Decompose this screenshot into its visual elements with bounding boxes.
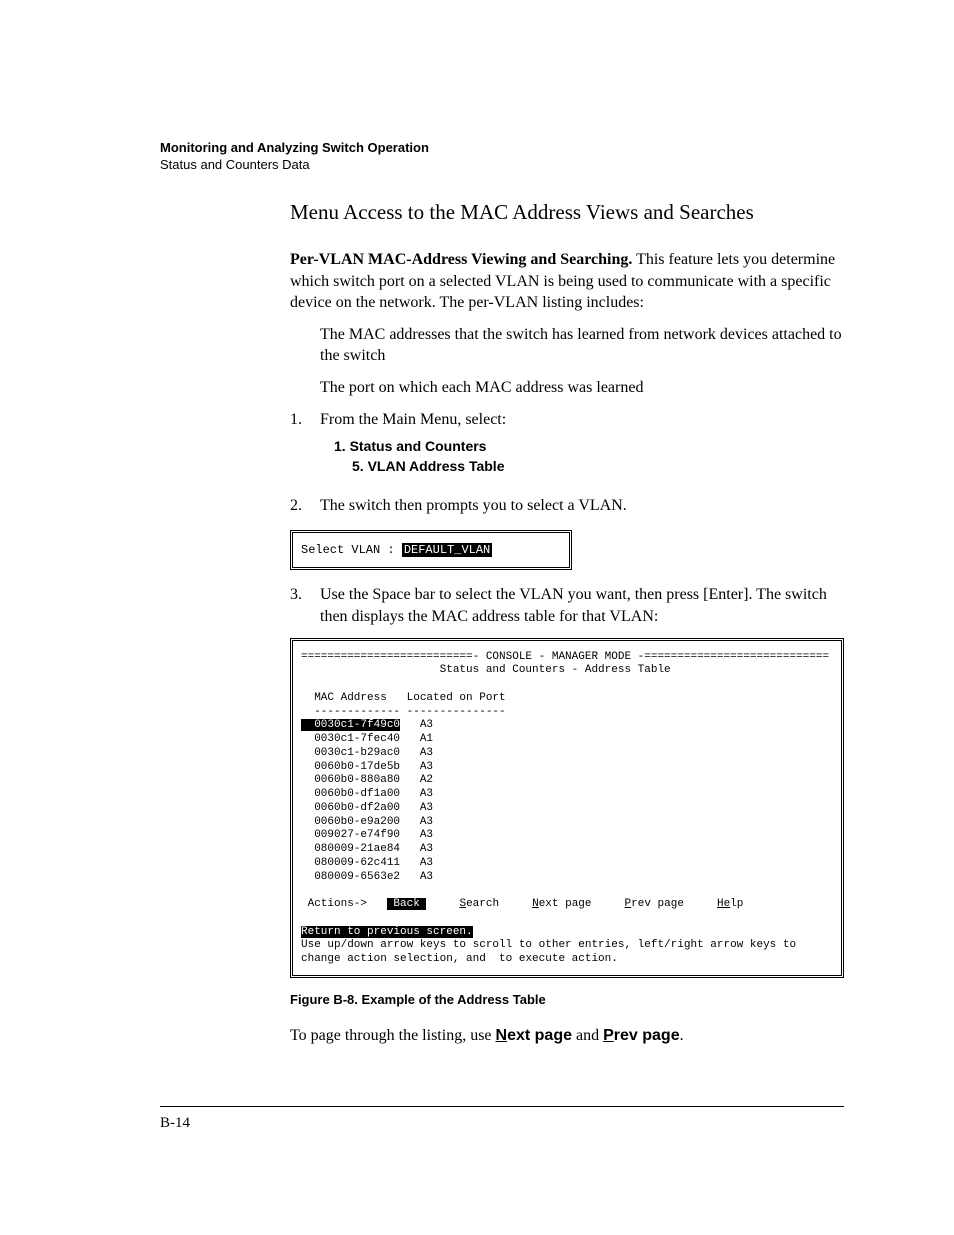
bullet-1: The MAC addresses that the switch has le… [320, 324, 844, 367]
intro-paragraph: Per-VLAN MAC-Address Viewing and Searchi… [290, 249, 844, 314]
vlan-select-label: Select VLAN : [301, 543, 402, 557]
tail-and: and [572, 1027, 603, 1044]
section-heading: Menu Access to the MAC Address Views and… [290, 200, 844, 225]
step-2-text: The switch then prompts you to select a … [320, 495, 844, 517]
page-number: B-14 [160, 1106, 844, 1132]
step-2-num: 2. [290, 495, 320, 517]
action-prev[interactable]: Prev page [625, 898, 684, 910]
table-row[interactable]: 0030c1-7f49c0 [301, 719, 400, 731]
action-next[interactable]: Next page [532, 898, 591, 910]
menu-path-1: 1. Status and Counters [334, 436, 844, 456]
console-status: Return to previous screen. [301, 926, 473, 938]
doc-header-subtitle: Status and Counters Data [160, 157, 844, 172]
step-3-text: Use the Space bar to select the VLAN you… [320, 584, 844, 627]
vlan-select-box: Select VLAN : DEFAULT_VLAN [290, 530, 572, 570]
tail-pre: To page through the listing, use [290, 1027, 496, 1044]
doc-header-title: Monitoring and Analyzing Switch Operatio… [160, 140, 844, 155]
console-screenshot: ==========================- CONSOLE - MA… [290, 638, 844, 978]
step-3-num: 3. [290, 584, 320, 627]
action-next-page: Next page [496, 1027, 572, 1044]
intro-lead: Per-VLAN MAC-Address Viewing and Searchi… [290, 251, 632, 268]
action-back[interactable]: Back [387, 898, 427, 910]
action-help[interactable]: Help [717, 898, 743, 910]
figure-caption: Figure B-8. Example of the Address Table [290, 992, 844, 1007]
tail-post: . [680, 1027, 684, 1044]
vlan-select-value[interactable]: DEFAULT_VLAN [402, 543, 492, 557]
action-search[interactable]: Search [459, 898, 499, 910]
step-1-num: 1. [290, 409, 320, 487]
step-1-text: From the Main Menu, select: [320, 409, 844, 431]
menu-path-2: 5. VLAN Address Table [352, 456, 844, 476]
action-prev-page: Prev page [603, 1027, 679, 1044]
bullet-2: The port on which each MAC address was l… [320, 377, 844, 399]
tail-paragraph: To page through the listing, use Next pa… [290, 1025, 844, 1047]
